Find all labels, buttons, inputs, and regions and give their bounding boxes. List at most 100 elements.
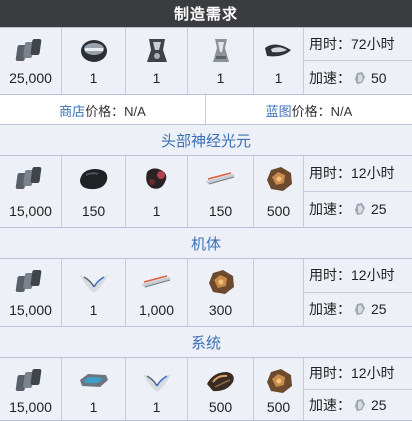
component-empty-cell: [254, 259, 304, 326]
neural-part-icon: [264, 44, 291, 57]
component-qty: 150: [208, 203, 233, 219]
component-item[interactable]: 1: [62, 259, 126, 326]
component-qty: 1: [89, 399, 98, 415]
build-time: 用时： 12小时: [304, 259, 412, 293]
component-qty: 15,000: [9, 302, 52, 318]
rubedo-icon: [141, 275, 171, 288]
time-value: 12小时: [351, 165, 395, 182]
component-item[interactable]: 150: [188, 156, 254, 227]
platinum-icon: [355, 303, 365, 316]
rubedo-icon: [205, 172, 235, 185]
shop-price-text: 价格：N/A: [85, 103, 146, 119]
component-item[interactable]: 1: [126, 358, 188, 421]
rush-cost: 加速： 25: [304, 192, 412, 228]
crafting-requirements-table: 制造需求 25,000 1 1 1 1 用时： 72小时 加速： 50 商店 价…: [0, 0, 412, 421]
rush-cost: 加速： 25: [304, 293, 412, 327]
rush-value: 25: [371, 201, 387, 218]
shop-link[interactable]: 商店: [59, 101, 85, 120]
component-item[interactable]: 150: [62, 156, 126, 227]
recipe-item-systems[interactable]: 1: [188, 28, 254, 94]
time-label: 用时：: [309, 365, 351, 382]
main-recipe-row: 25,000 1 1 1 1 用时： 72小时 加速： 50: [0, 27, 412, 94]
table-title: 制造需求: [0, 0, 412, 27]
recipe-qty: 1: [152, 70, 161, 86]
rush-value: 50: [371, 69, 387, 86]
component-qty: 500: [208, 399, 233, 415]
component-qty: 300: [208, 302, 233, 318]
component-qty: 500: [266, 399, 291, 415]
section-label: 头部神经光元: [160, 132, 251, 150]
time-label: 用时：: [309, 36, 351, 52]
recipe-qty: 25,000: [9, 70, 52, 86]
component-item[interactable]: 500: [254, 156, 304, 227]
component-row-chassis: 15,000 1 1,000 300 用时： 12小时 加速： 25: [0, 258, 412, 326]
component-row-systems: 15,000 1 1 500 500 用时： 12小时 加速： 25: [0, 357, 412, 421]
component-qty: 500: [266, 203, 291, 219]
time-value: 12小时: [351, 267, 395, 284]
recipe-item-credits[interactable]: 25,000: [0, 28, 62, 94]
ferrite-icon: [266, 167, 292, 191]
recipe-qty: 1: [274, 70, 283, 86]
platinum-icon: [355, 399, 365, 412]
component-qty: 1,000: [138, 302, 175, 318]
morphics-icon: [142, 374, 171, 392]
recipe-item-neural[interactable]: 1: [254, 28, 304, 94]
component-item[interactable]: 300: [188, 259, 254, 326]
shop-price: 商店 价格：N/A: [0, 95, 206, 125]
morphics-icon: [79, 275, 108, 293]
time-value: 12小时: [351, 365, 395, 382]
rush-cost: 加速： 50: [304, 61, 412, 94]
platinum-icon: [355, 203, 365, 216]
rush-label: 加速：: [309, 397, 351, 414]
helmet-blueprint-icon: [80, 40, 107, 62]
blueprint-price: 蓝图 价格：N/A: [206, 95, 412, 125]
systems-blueprint-icon: [212, 39, 229, 62]
component-item[interactable]: 15,000: [0, 156, 62, 227]
build-time: 用时： 12小时: [304, 358, 412, 390]
rush-cost: 加速： 25: [304, 390, 412, 421]
component-qty: 1: [89, 302, 98, 318]
component-row-neuroptics: 15,000 150 1 150 500 用时： 12小时 加速： 25: [0, 155, 412, 227]
time-label: 用时：: [309, 165, 351, 182]
section-title-neuroptics[interactable]: 头部神经光元: [0, 124, 412, 155]
component-qty: 1: [152, 203, 161, 219]
rush-value: 25: [371, 301, 387, 318]
credits-icon: [15, 167, 41, 189]
component-qty: 15,000: [9, 203, 52, 219]
recipe-item-chassis[interactable]: 1: [126, 28, 188, 94]
build-time: 用时： 12小时: [304, 156, 412, 192]
time-label: 用时：: [309, 267, 351, 284]
component-item[interactable]: 15,000: [0, 358, 62, 421]
ferrite-icon: [208, 270, 234, 294]
component-item[interactable]: 1: [126, 156, 188, 227]
circuits-icon: [79, 374, 108, 387]
recipe-qty: 1: [216, 70, 225, 86]
component-info: 用时： 12小时 加速： 25: [304, 358, 412, 421]
credits-icon: [15, 369, 41, 391]
component-info: 用时： 12小时 加速： 25: [304, 156, 412, 227]
recipe-info: 用时： 72小时 加速： 50: [304, 28, 412, 94]
ferrite-icon: [266, 369, 292, 393]
organic-part-icon: [145, 168, 166, 189]
component-qty: 15,000: [9, 399, 52, 415]
credits-icon: [15, 39, 41, 61]
platinum-icon: [355, 71, 365, 84]
section-title-systems[interactable]: 系统: [0, 326, 412, 357]
build-time: 用时： 72小时: [304, 28, 412, 61]
component-item[interactable]: 1: [62, 358, 126, 421]
black-stone-icon: [79, 169, 107, 190]
component-item[interactable]: 15,000: [0, 259, 62, 326]
recipe-item-helmet[interactable]: 1: [62, 28, 126, 94]
component-item[interactable]: 500: [254, 358, 304, 421]
component-qty: 150: [81, 203, 106, 219]
blueprint-link[interactable]: 蓝图: [266, 101, 292, 120]
rush-label: 加速：: [309, 69, 351, 86]
component-item[interactable]: 500: [188, 358, 254, 421]
section-title-chassis[interactable]: 机体: [0, 227, 412, 258]
credits-icon: [15, 270, 41, 292]
component-item[interactable]: 1,000: [126, 259, 188, 326]
component-info: 用时： 12小时 加速： 25: [304, 259, 412, 326]
recipe-qty: 1: [89, 70, 98, 86]
component-qty: 1: [152, 399, 161, 415]
section-label: 系统: [190, 334, 221, 352]
